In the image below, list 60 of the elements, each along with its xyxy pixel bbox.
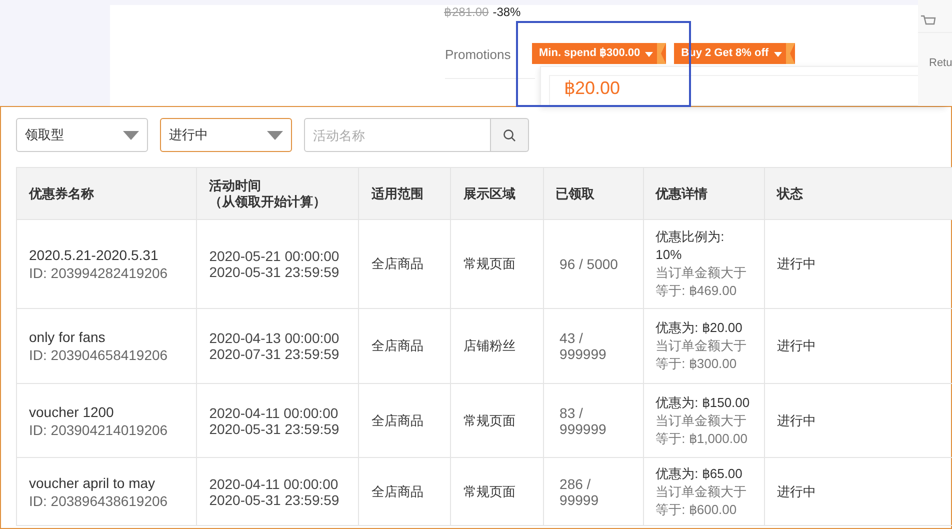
- promotions-label: Promotions: [445, 46, 511, 64]
- column-header: 适用范围: [358, 168, 451, 220]
- column-header: 已领取: [543, 168, 644, 220]
- voucher-amount: ฿20.00: [564, 78, 620, 98]
- dropdown-select[interactable]: 领取型: [16, 118, 148, 152]
- minimum-spend: 当订单金额大于等于: ฿600.00: [656, 482, 748, 518]
- table-cell: 常规页面: [450, 458, 544, 526]
- minimum-spend: 当订单金额大于等于: ฿469.00: [656, 264, 748, 300]
- column-header: 优惠券名称: [16, 168, 197, 220]
- dropdown-select[interactable]: 进行中: [160, 118, 292, 152]
- table-cell: 常规页面: [450, 384, 544, 458]
- discount-amount: 优惠为: ฿150.00: [656, 394, 751, 412]
- table-cell: 全店商品: [358, 220, 451, 308]
- table-cell: 店铺粉丝: [450, 308, 544, 384]
- end-time: 2020-05-31 23:59:59: [209, 420, 340, 436]
- column-header: 优惠详情: [643, 168, 764, 220]
- discount-amount: 优惠为: ฿65.00: [656, 464, 744, 482]
- column-header: 活动时间 （从领取开始计算）: [196, 168, 359, 220]
- discount-amount: 优惠比例为: 10%: [656, 228, 726, 264]
- coupon-name: voucher april to may: [29, 474, 156, 492]
- old-price: ฿281.00: [444, 4, 489, 21]
- returns-label: Retu: [929, 56, 952, 71]
- caret-icon: [645, 52, 654, 57]
- end-time: 2020-05-31 23:59:59: [209, 264, 340, 280]
- claimed-count: 96 / 5000: [560, 256, 619, 272]
- coupon-id: ID: 203904214019206: [29, 420, 169, 438]
- start-time: 2020-05-21 00:00:00: [209, 248, 340, 264]
- start-time: 2020-04-11 00:00:00: [209, 404, 340, 420]
- caret-icon: [267, 130, 283, 140]
- claimed-count: 43 / 999999: [560, 330, 608, 362]
- caret-icon: [123, 130, 139, 140]
- minimum-spend: 当订单金额大于等于: ฿1,000.00: [656, 412, 748, 448]
- start-time: 2020-04-13 00:00:00: [209, 330, 340, 346]
- caret-icon: [774, 52, 782, 57]
- coupon-id: ID: 203994282419206: [29, 264, 169, 282]
- ribbon-notch-icon: [786, 43, 795, 64]
- cart-icon: [920, 14, 936, 26]
- table-cell: 全店商品: [358, 308, 451, 384]
- coupon-name: 2020.5.21-2020.5.31: [29, 246, 160, 264]
- claimed-count: 83 / 999999: [560, 404, 608, 436]
- discount-amount: 优惠为: ฿20.00: [656, 319, 744, 337]
- discount-percent: -38%: [492, 4, 521, 21]
- claimed-count: 286 / 99999: [560, 476, 600, 508]
- coupon-name: voucher 1200: [29, 402, 115, 420]
- column-header: 状态: [764, 168, 952, 220]
- column-header: 展示区域: [450, 168, 544, 220]
- start-time: 2020-04-11 00:00:00: [209, 476, 340, 492]
- coupon-id: ID: 203904658419206: [29, 346, 169, 364]
- coupon-id: ID: 203896438619206: [29, 492, 169, 510]
- table-cell: 全店商品: [358, 384, 451, 458]
- table-cell: 常规页面: [450, 220, 544, 308]
- end-time: 2020-07-31 23:59:59: [209, 346, 340, 362]
- table-cell: 全店商品: [358, 458, 451, 526]
- end-time: 2020-05-31 23:59:59: [209, 492, 340, 508]
- coupon-name: only for fans: [29, 328, 106, 346]
- search-field[interactable]: 活动名称: [304, 118, 491, 152]
- search-icon: [503, 128, 516, 142]
- ribbon-notch-icon: [657, 43, 666, 64]
- minimum-spend: 当订单金额大于等于: ฿300.00: [656, 337, 748, 373]
- search-button[interactable]: [491, 118, 529, 152]
